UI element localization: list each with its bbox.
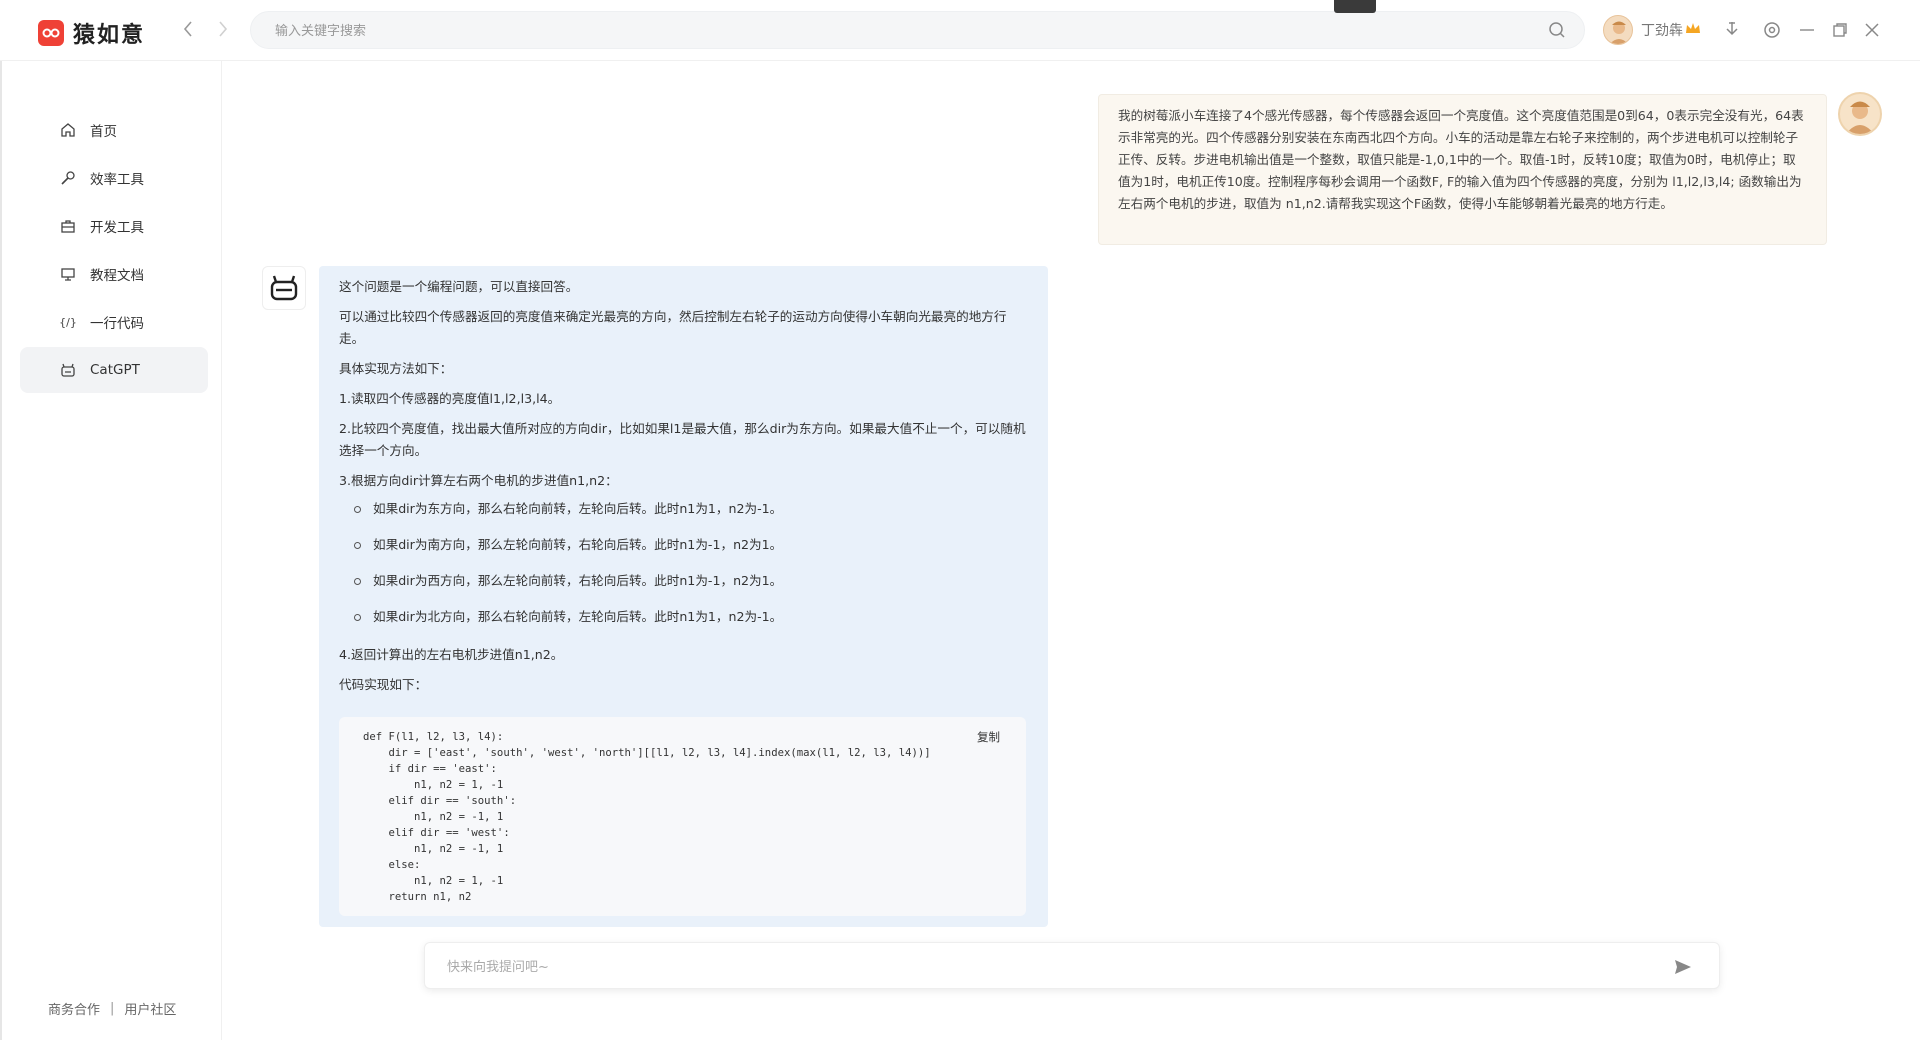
bot-approach: 可以通过比较四个传感器返回的亮度值来确定光最亮的方向，然后控制左右轮子的运动方向… <box>339 309 1007 346</box>
chat-input-box <box>424 942 1720 989</box>
user-profile[interactable]: 丁劲犇 <box>1603 15 1701 45</box>
sidebar-item-label: 效率工具 <box>90 172 144 188</box>
list-item: 如果dir为北方向，那么右轮向前转，左轮向后转。此时n1为1，n2为-1。 <box>353 606 1028 642</box>
logo-icon <box>38 20 64 46</box>
crown-icon <box>1685 22 1701 38</box>
sidebar-item-label: 首页 <box>90 124 117 140</box>
search-bar <box>250 11 1585 49</box>
minimize-icon[interactable] <box>1796 19 1818 41</box>
download-icon[interactable] <box>1721 19 1743 41</box>
app-logo[interactable]: 猿如意 <box>38 17 145 49</box>
code-content: def F(l1, l2, l3, l4): dir = ['east', 's… <box>363 729 1002 905</box>
robot-icon <box>60 362 76 378</box>
sidebar-item-tutorials[interactable]: 教程文档 <box>20 251 208 297</box>
robot-icon <box>270 275 298 301</box>
user-message-text: 我的树莓派小车连接了4个感光传感器，每个传感器会返回一个亮度值。这个亮度值范围是… <box>1118 108 1804 211</box>
top-bar: 猿如意 丁劲犇 <box>0 0 1920 61</box>
back-icon[interactable] <box>178 17 198 41</box>
search-icon[interactable] <box>1548 21 1566 43</box>
home-icon <box>60 122 76 138</box>
list-item: 如果dir为西方向，那么左轮向前转，右轮向后转。此时n1为-1，n2为1。 <box>353 570 1028 606</box>
bot-step-4: 4.返回计算出的左右电机步进值n1,n2。 <box>339 647 564 662</box>
code-line: elif dir == 'west': <box>363 827 510 839</box>
avatar <box>1603 15 1633 45</box>
bot-intro: 这个问题是一个编程问题，可以直接回答。 <box>339 279 579 294</box>
monitor-icon <box>60 266 76 282</box>
code-line: elif dir == 'south': <box>363 795 517 807</box>
search-input[interactable] <box>275 21 1515 41</box>
wrench-icon <box>60 170 76 186</box>
toolbox-icon <box>60 218 76 234</box>
settings-icon[interactable] <box>1761 19 1783 41</box>
sidebar-item-one-line-code[interactable]: {/} 一行代码 <box>20 299 208 345</box>
list-item: 如果dir为东方向，那么右轮向前转，左轮向后转。此时n1为1，n2为-1。 <box>353 498 1028 534</box>
chat-input[interactable] <box>447 957 1647 977</box>
user-message-bubble: 我的树莓派小车连接了4个感光传感器，每个传感器会返回一个亮度值。这个亮度值范围是… <box>1098 94 1827 245</box>
sidebar-item-catgpt[interactable]: CatGPT <box>20 347 208 393</box>
sidebar-item-dev-tools[interactable]: 开发工具 <box>20 203 208 249</box>
code-icon: {/} <box>59 315 77 329</box>
code-line: n1, n2 = -1, 1 <box>363 811 504 823</box>
copy-button[interactable]: 复制 <box>977 729 1000 745</box>
footer-separator: | <box>110 1001 115 1016</box>
username: 丁劲犇 <box>1641 23 1683 39</box>
sidebar-item-efficiency-tools[interactable]: 效率工具 <box>20 155 208 201</box>
forward-icon[interactable] <box>213 17 233 41</box>
close-icon[interactable] <box>1861 19 1883 41</box>
code-block: 复制 def F(l1, l2, l3, l4): dir = ['east',… <box>339 717 1026 916</box>
sidebar-item-label: CatGPT <box>90 362 140 378</box>
code-line: else: <box>363 859 421 871</box>
bot-step-2: 2.比较四个亮度值，找出最大值所对应的方向dir，比如如果l1是最大值，那么di… <box>339 421 1026 458</box>
list-item: 如果dir为南方向，那么左轮向前转，右轮向后转。此时n1为-1，n2为1。 <box>353 534 1028 570</box>
window-notch <box>1334 0 1376 13</box>
bot-method-title: 具体实现方法如下： <box>339 361 453 376</box>
code-line: def F(l1, l2, l3, l4): <box>363 731 504 743</box>
code-line: dir = ['east', 'south', 'west', 'north']… <box>363 747 931 759</box>
sidebar-item-label: 教程文档 <box>90 268 144 284</box>
avatar <box>1838 92 1882 136</box>
sidebar-footer: 商务合作 | 用户社区 <box>48 999 176 1018</box>
code-line: n1, n2 = -1, 1 <box>363 843 504 855</box>
code-line: n1, n2 = 1, -1 <box>363 779 504 791</box>
bot-message-bubble: 这个问题是一个编程问题，可以直接回答。 可以通过比较四个传感器返回的亮度值来确定… <box>319 266 1048 927</box>
sidebar-item-label: 一行代码 <box>90 316 144 332</box>
bot-avatar <box>262 266 306 310</box>
bot-step-3: 3.根据方向dir计算左右两个电机的步进值n1,n2： <box>339 473 618 488</box>
sidebar: 首页 效率工具 开发工具 教程文档 {/} 一行代码 CatGPT 商务合作 |… <box>0 61 222 1040</box>
code-line: return n1, n2 <box>363 891 472 903</box>
community-link[interactable]: 用户社区 <box>124 999 176 1018</box>
business-link[interactable]: 商务合作 <box>48 999 100 1018</box>
bot-step-1: 1.读取四个传感器的亮度值l1,l2,l3,l4。 <box>339 391 561 406</box>
code-line: n1, n2 = 1, -1 <box>363 875 504 887</box>
send-icon[interactable] <box>1673 957 1693 977</box>
restore-icon[interactable] <box>1829 19 1851 41</box>
sidebar-item-home[interactable]: 首页 <box>20 107 208 153</box>
code-line: if dir == 'east': <box>363 763 497 775</box>
app-name: 猿如意 <box>73 23 146 48</box>
sidebar-item-label: 开发工具 <box>90 220 144 236</box>
bot-bullet-list: 如果dir为东方向，那么右轮向前转，左轮向后转。此时n1为1，n2为-1。 如果… <box>353 498 1028 642</box>
bot-code-title: 代码实现如下： <box>339 677 428 692</box>
